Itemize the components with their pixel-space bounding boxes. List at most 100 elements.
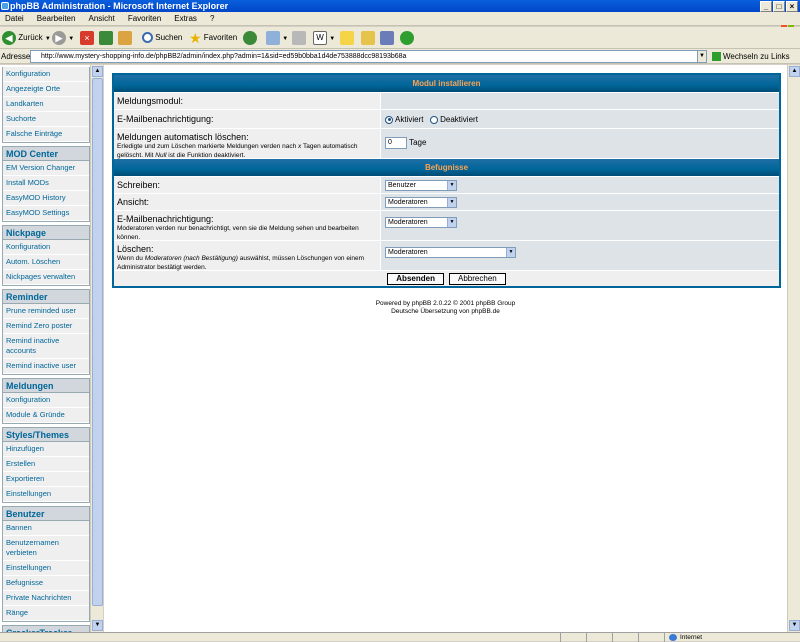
auto-delete-input-cell: 0 Tage <box>381 129 779 158</box>
print-button[interactable] <box>292 30 306 46</box>
nav-item[interactable]: Hinzufügen <box>3 442 89 457</box>
delete-select[interactable]: Moderatoren ▼ <box>385 247 516 258</box>
word-edit-icon: W <box>313 30 327 45</box>
nav-section: MOD Center EM Version Changer Install MODs… <box>2 146 90 222</box>
nav-item[interactable]: Konfiguration <box>3 240 89 255</box>
admin-nav-frame: Konfiguration Angezeigte Orte Landkarten… <box>0 65 103 632</box>
auto-delete-desc-null: Null <box>155 152 167 159</box>
auto-delete-desc: Erledigte und zum Löschen markierte Meld… <box>117 142 377 160</box>
radio-email-off[interactable] <box>430 115 439 124</box>
maximize-button[interactable]: □ <box>773 1 785 12</box>
main-scroll-down-icon[interactable]: ▼ <box>789 620 800 631</box>
nav-item[interactable]: Remind inactive accounts <box>3 334 89 359</box>
write-select[interactable]: Benutzer ▼ <box>385 180 457 191</box>
discuss-button[interactable] <box>340 30 354 46</box>
form-header-install: Modul installieren <box>114 75 779 93</box>
browser-window: phpBB Administration - Microsoft Interne… <box>0 0 800 642</box>
row-delete: Löschen: Wenn du Moderatoren (nach Bestä… <box>114 241 779 271</box>
cancel-button[interactable]: Abbrechen <box>449 273 506 285</box>
stop-icon: × <box>80 30 94 45</box>
nav-item[interactable]: Autom. Löschen <box>3 255 89 270</box>
menu-extras[interactable]: Extras <box>169 12 202 26</box>
extra-button[interactable] <box>400 30 414 46</box>
view-select[interactable]: Moderatoren ▼ <box>385 197 457 208</box>
nav-item[interactable]: EasyMOD History <box>3 191 89 206</box>
menu-favoriten[interactable]: Favoriten <box>123 12 166 26</box>
nav-item[interactable]: Install MODs <box>3 176 89 191</box>
search-icon <box>142 32 153 44</box>
address-label: Adresse <box>1 52 31 61</box>
history-button[interactable] <box>243 30 257 46</box>
nav-item[interactable]: Befugnisse <box>3 576 89 591</box>
radio-email-on[interactable] <box>385 115 393 124</box>
research-button[interactable] <box>380 30 394 46</box>
refresh-button[interactable] <box>99 30 113 46</box>
nav-item-landkarten[interactable]: Landkarten <box>3 97 89 112</box>
back-button[interactable]: ◀ Zurück ▼ <box>2 30 51 46</box>
write-label: Schreiben: <box>114 177 381 193</box>
nav-item[interactable]: Exportieren <box>3 472 89 487</box>
submit-button[interactable]: Absenden <box>387 273 444 285</box>
email-off-label: Deaktiviert <box>440 115 478 124</box>
address-input[interactable]: http://www.mystery-shopping-info.de/phpB… <box>30 50 706 63</box>
go-button[interactable]: Wechseln zu <box>712 49 769 64</box>
nav-item[interactable]: Ränge <box>3 606 89 621</box>
mail-icon <box>266 30 280 45</box>
refresh-icon <box>99 30 113 45</box>
mail-button[interactable]: ▼ <box>266 30 288 46</box>
form-buttons: Absenden Abbrechen <box>114 271 779 286</box>
nav-item[interactable]: Erstellen <box>3 457 89 472</box>
nav-item[interactable]: Bannen <box>3 521 89 536</box>
nav-scrollbar[interactable]: ▲ ▼ <box>90 65 103 632</box>
nav-section: Nickpage Konfiguration Autom. Löschen Nickp… <box>2 225 90 286</box>
nav-item[interactable]: EasyMOD Settings <box>3 206 89 221</box>
menu-datei[interactable]: Datei <box>0 12 29 26</box>
minimize-button[interactable]: _ <box>760 1 772 12</box>
nav-item-falsche-eintraege[interactable]: Falsche Einträge <box>3 127 89 142</box>
messenger-button[interactable] <box>361 30 375 46</box>
search-button[interactable]: Suchen <box>142 30 182 46</box>
nav-item[interactable]: Einstellungen <box>3 561 89 576</box>
stop-button[interactable]: × <box>80 30 94 46</box>
chevron-down-icon: ▼ <box>506 248 515 257</box>
notify-select[interactable]: Moderatoren ▼ <box>385 217 457 228</box>
nav-item[interactable]: Remind Zero poster <box>3 319 89 334</box>
nav-scroll-thumb[interactable] <box>92 78 103 606</box>
edit-button[interactable]: W ▼ <box>313 30 335 46</box>
main-scrollbar[interactable]: ▲ ▼ <box>787 65 800 632</box>
auto-delete-days-input[interactable]: 0 <box>385 137 407 149</box>
print-icon <box>292 30 306 45</box>
nav-item[interactable]: EM Version Changer <box>3 161 89 176</box>
page-footer: Powered by phpBB 2.0.22 © 2001 phpBB Gro… <box>104 300 787 316</box>
menu-help[interactable]: ? <box>205 12 219 26</box>
nav-item[interactable]: Benutzernamen verbieten <box>3 536 89 561</box>
nav-item[interactable]: Einstellungen <box>3 487 89 502</box>
title-bar: phpBB Administration - Microsoft Interne… <box>0 0 800 12</box>
forward-button[interactable]: ▶ ▼ <box>52 30 74 46</box>
nav-scroll-down-icon[interactable]: ▼ <box>92 620 103 631</box>
nav-item-angezeigte-orte[interactable]: Angezeigte Orte <box>3 82 89 97</box>
messenger-icon <box>361 30 375 45</box>
nav-item-suchorte[interactable]: Suchorte <box>3 112 89 127</box>
install-module-form: Modul installieren Meldungsmodul: E-Mail… <box>112 73 781 288</box>
nav-item[interactable]: Konfiguration <box>3 393 89 408</box>
menu-ansicht[interactable]: Ansicht <box>84 12 120 26</box>
delete-select-cell: Moderatoren ▼ <box>381 241 779 270</box>
home-button[interactable] <box>118 30 132 46</box>
nav-item[interactable]: Remind inactive user <box>3 359 89 374</box>
footer-powered-by: Powered by phpBB 2.0.22 © 2001 phpBB Gro… <box>375 300 516 307</box>
nav-item[interactable]: Module & Gründe <box>3 408 89 423</box>
nav-scroll-up-icon[interactable]: ▲ <box>92 66 103 77</box>
nav-item[interactable]: Prune reminded user <box>3 304 89 319</box>
favorites-button[interactable]: ★ Favoriten <box>189 30 237 46</box>
close-button[interactable]: × <box>786 1 798 12</box>
address-dropdown-icon[interactable]: ▼ <box>697 50 707 63</box>
nav-item[interactable]: Private Nachrichten <box>3 591 89 606</box>
status-bar: Internet <box>0 632 800 642</box>
nav-item-konfiguration[interactable]: Konfiguration <box>3 67 89 82</box>
main-scroll-up-icon[interactable]: ▲ <box>789 66 800 77</box>
nav-item[interactable]: Nickpages verwalten <box>3 270 89 285</box>
window-title: phpBB Administration - Microsoft Interne… <box>10 1 229 11</box>
links-button[interactable]: Links <box>771 49 790 64</box>
menu-bearbeiten[interactable]: Bearbeiten <box>32 12 81 26</box>
